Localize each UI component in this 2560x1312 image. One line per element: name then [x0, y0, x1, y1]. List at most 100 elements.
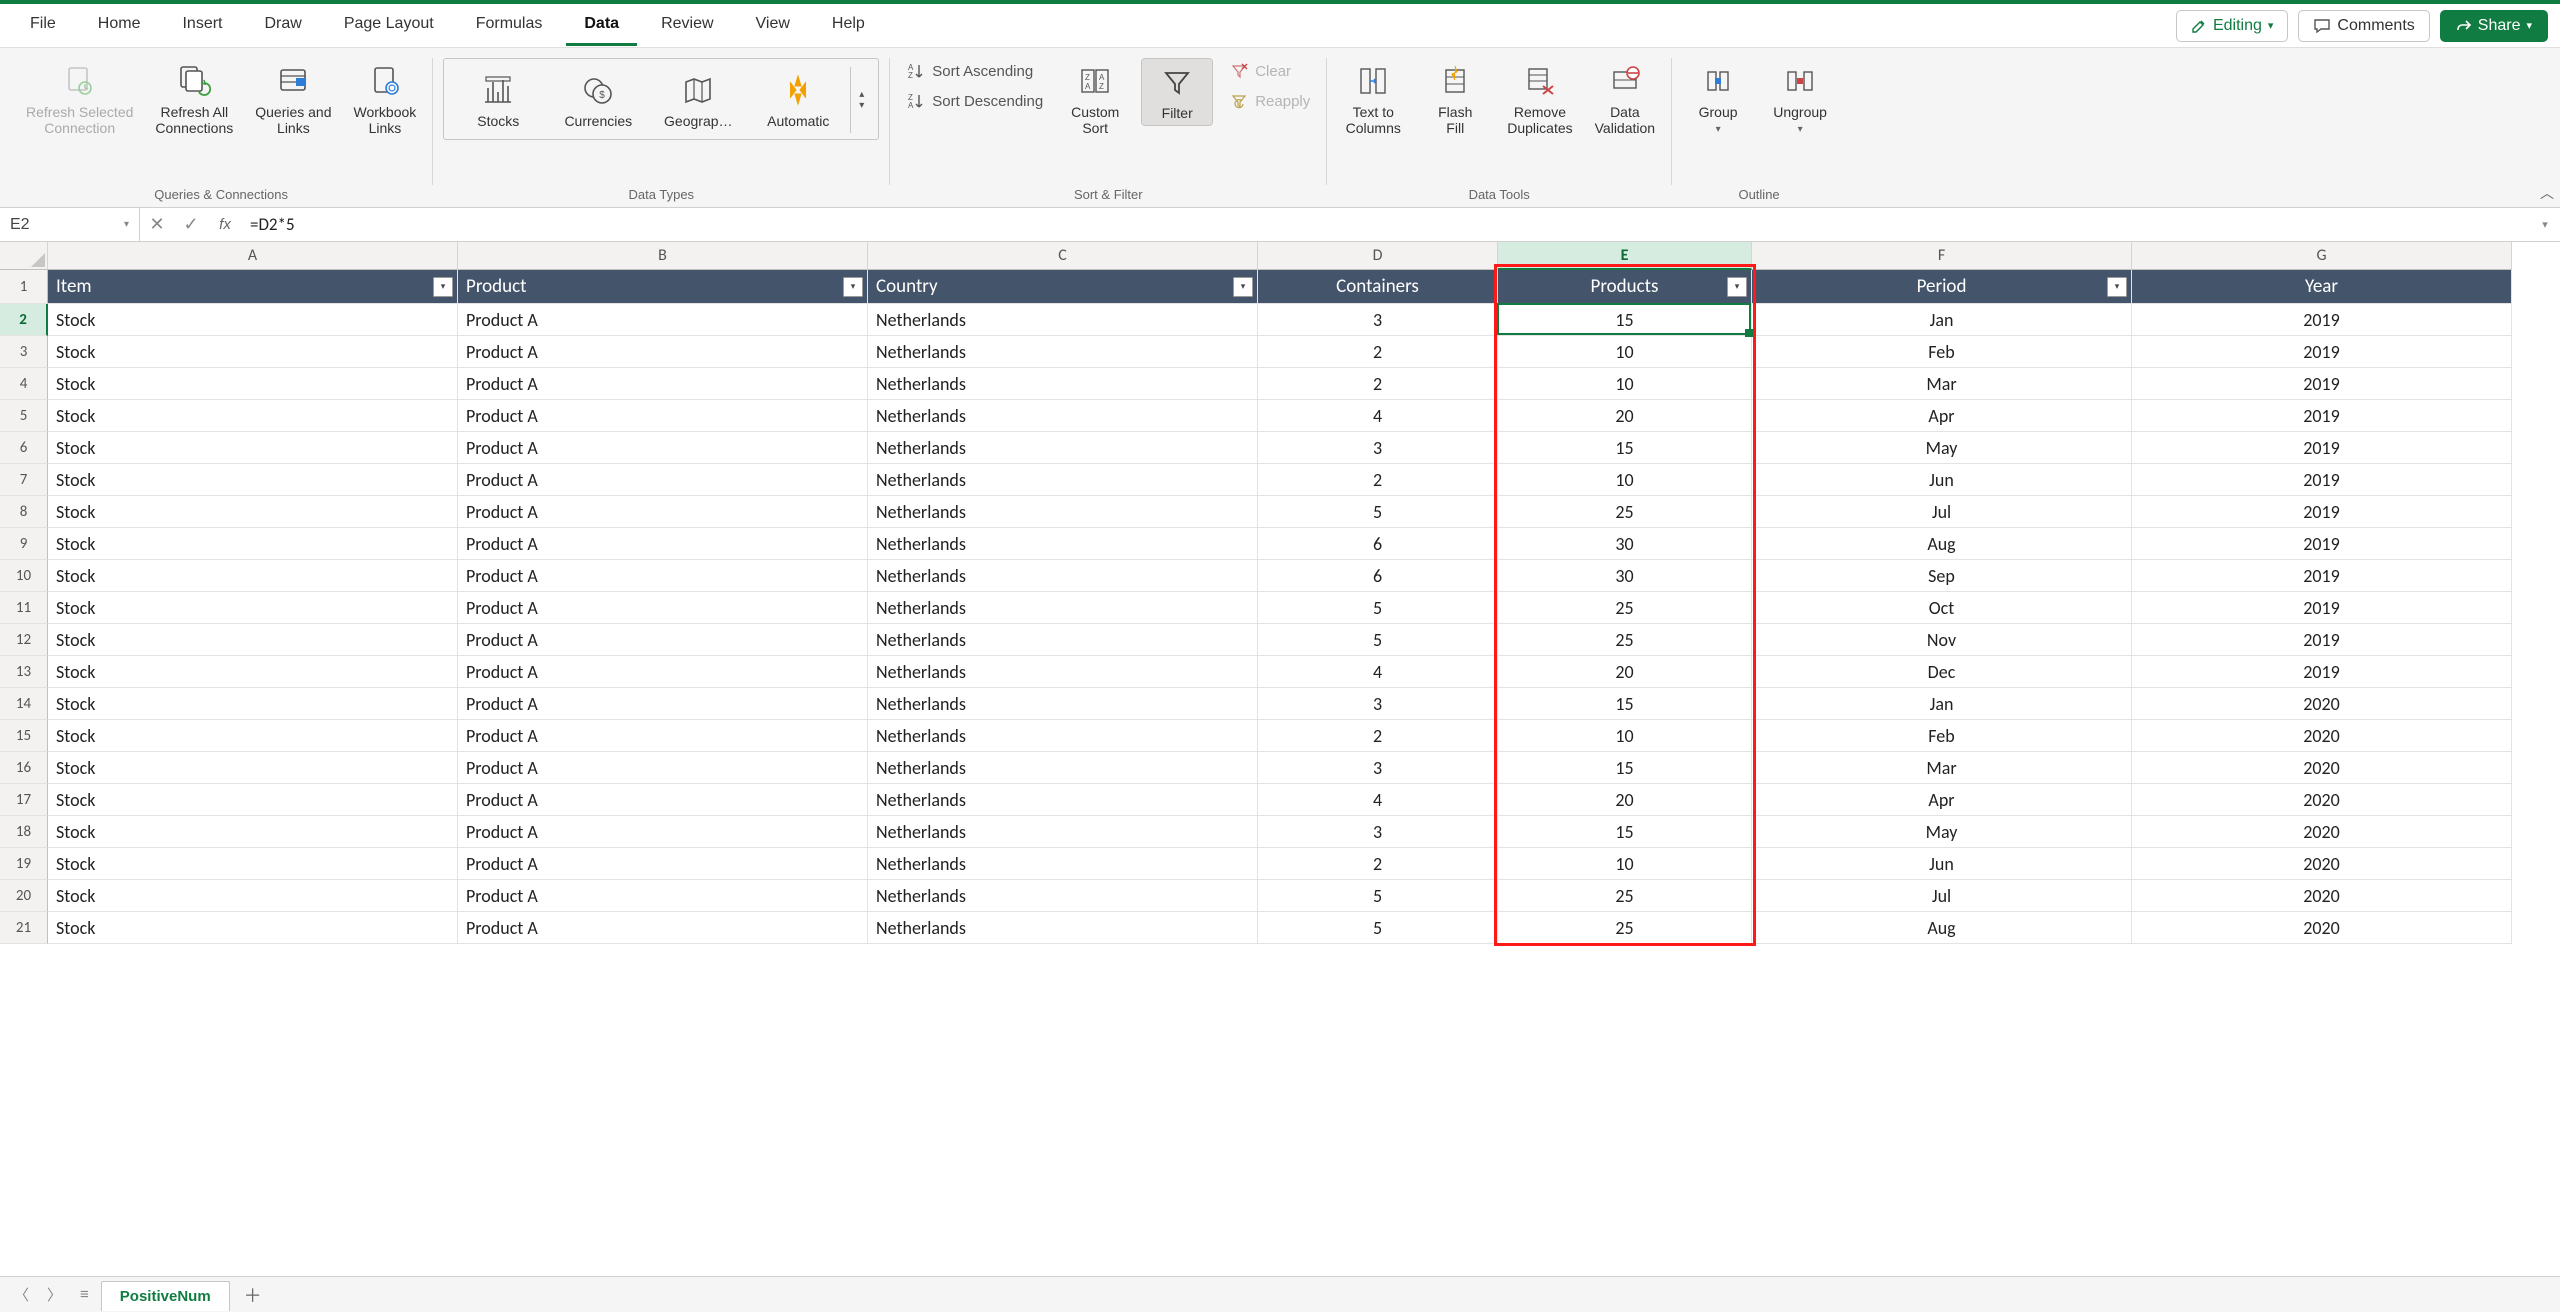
- cell-G6[interactable]: 2019: [2132, 432, 2512, 464]
- cell-F7[interactable]: Jun: [1752, 464, 2132, 496]
- row-header-14[interactable]: 14: [0, 688, 48, 720]
- tab-data[interactable]: Data: [566, 5, 637, 46]
- name-box[interactable]: E2 ▾: [0, 208, 140, 241]
- column-header-F[interactable]: F: [1752, 242, 2132, 270]
- cell-F2[interactable]: Jan: [1752, 304, 2132, 336]
- filter-dropdown-C[interactable]: ▾: [1233, 277, 1253, 297]
- cell-A13[interactable]: Stock: [48, 656, 458, 688]
- cell-D13[interactable]: 4: [1258, 656, 1498, 688]
- cell-E14[interactable]: 15: [1498, 688, 1752, 720]
- cell-A2[interactable]: Stock: [48, 304, 458, 336]
- cell-G14[interactable]: 2020: [2132, 688, 2512, 720]
- cell-B6[interactable]: Product A: [458, 432, 868, 464]
- cell-A12[interactable]: Stock: [48, 624, 458, 656]
- cell-A14[interactable]: Stock: [48, 688, 458, 720]
- cell-F5[interactable]: Apr: [1752, 400, 2132, 432]
- cell-C13[interactable]: Netherlands: [868, 656, 1258, 688]
- cell-D21[interactable]: 5: [1258, 912, 1498, 944]
- cell-B8[interactable]: Product A: [458, 496, 868, 528]
- cell-E17[interactable]: 20: [1498, 784, 1752, 816]
- cell-C21[interactable]: Netherlands: [868, 912, 1258, 944]
- tab-help[interactable]: Help: [814, 5, 883, 46]
- column-header-G[interactable]: G: [2132, 242, 2512, 270]
- cell-D5[interactable]: 4: [1258, 400, 1498, 432]
- cell-B11[interactable]: Product A: [458, 592, 868, 624]
- row-header-5[interactable]: 5: [0, 400, 48, 432]
- cell-G18[interactable]: 2020: [2132, 816, 2512, 848]
- cell-B3[interactable]: Product A: [458, 336, 868, 368]
- cell-D9[interactable]: 6: [1258, 528, 1498, 560]
- cell-C10[interactable]: Netherlands: [868, 560, 1258, 592]
- ungroup-button[interactable]: Ungroup ▾: [1764, 58, 1836, 140]
- cell-A20[interactable]: Stock: [48, 880, 458, 912]
- sort-ascending-button[interactable]: AZ Sort Ascending: [900, 58, 1049, 84]
- column-header-A[interactable]: A: [48, 242, 458, 270]
- cell-G20[interactable]: 2020: [2132, 880, 2512, 912]
- table-header-D[interactable]: Containers: [1258, 270, 1498, 304]
- cell-A11[interactable]: Stock: [48, 592, 458, 624]
- cell-A16[interactable]: Stock: [48, 752, 458, 784]
- cell-A19[interactable]: Stock: [48, 848, 458, 880]
- queries-links-button[interactable]: Queries and Links: [249, 58, 337, 140]
- cell-E6[interactable]: 15: [1498, 432, 1752, 464]
- grid-area[interactable]: ABCDEFG1Item▾Product▾Country▾ContainersP…: [0, 242, 2560, 1276]
- cell-D16[interactable]: 3: [1258, 752, 1498, 784]
- cell-D11[interactable]: 5: [1258, 592, 1498, 624]
- cell-G13[interactable]: 2019: [2132, 656, 2512, 688]
- cell-F18[interactable]: May: [1752, 816, 2132, 848]
- group-button[interactable]: Group ▾: [1682, 58, 1754, 140]
- cell-G11[interactable]: 2019: [2132, 592, 2512, 624]
- cell-A18[interactable]: Stock: [48, 816, 458, 848]
- cell-A3[interactable]: Stock: [48, 336, 458, 368]
- cell-C8[interactable]: Netherlands: [868, 496, 1258, 528]
- workbook-links-button[interactable]: Workbook Links: [348, 58, 423, 140]
- cell-G5[interactable]: 2019: [2132, 400, 2512, 432]
- cell-D20[interactable]: 5: [1258, 880, 1498, 912]
- filter-dropdown-A[interactable]: ▾: [433, 277, 453, 297]
- cell-G16[interactable]: 2020: [2132, 752, 2512, 784]
- cell-D18[interactable]: 3: [1258, 816, 1498, 848]
- cell-F17[interactable]: Apr: [1752, 784, 2132, 816]
- filter-dropdown-E[interactable]: ▾: [1727, 277, 1747, 297]
- cell-A4[interactable]: Stock: [48, 368, 458, 400]
- row-header-21[interactable]: 21: [0, 912, 48, 944]
- row-header-13[interactable]: 13: [0, 656, 48, 688]
- cell-E5[interactable]: 20: [1498, 400, 1752, 432]
- row-header-19[interactable]: 19: [0, 848, 48, 880]
- row-header-12[interactable]: 12: [0, 624, 48, 656]
- select-all-corner[interactable]: [0, 242, 48, 270]
- cell-F19[interactable]: Jun: [1752, 848, 2132, 880]
- table-header-F[interactable]: Period▾: [1752, 270, 2132, 304]
- cell-F16[interactable]: Mar: [1752, 752, 2132, 784]
- cell-C14[interactable]: Netherlands: [868, 688, 1258, 720]
- cell-G9[interactable]: 2019: [2132, 528, 2512, 560]
- cell-A21[interactable]: Stock: [48, 912, 458, 944]
- cell-B9[interactable]: Product A: [458, 528, 868, 560]
- cell-C9[interactable]: Netherlands: [868, 528, 1258, 560]
- sheet-tab[interactable]: PositiveNum: [101, 1281, 230, 1311]
- row-header-10[interactable]: 10: [0, 560, 48, 592]
- cell-D19[interactable]: 2: [1258, 848, 1498, 880]
- cell-E18[interactable]: 15: [1498, 816, 1752, 848]
- row-header-17[interactable]: 17: [0, 784, 48, 816]
- cell-G21[interactable]: 2020: [2132, 912, 2512, 944]
- cell-B16[interactable]: Product A: [458, 752, 868, 784]
- cell-C4[interactable]: Netherlands: [868, 368, 1258, 400]
- cell-C5[interactable]: Netherlands: [868, 400, 1258, 432]
- cell-C18[interactable]: Netherlands: [868, 816, 1258, 848]
- cell-B13[interactable]: Product A: [458, 656, 868, 688]
- cell-C6[interactable]: Netherlands: [868, 432, 1258, 464]
- data-validation-button[interactable]: Data Validation: [1589, 58, 1661, 140]
- table-header-G[interactable]: Year: [2132, 270, 2512, 304]
- flash-fill-button[interactable]: Flash Fill: [1419, 58, 1491, 140]
- cell-E9[interactable]: 30: [1498, 528, 1752, 560]
- filter-dropdown-F[interactable]: ▾: [2107, 277, 2127, 297]
- cell-C7[interactable]: Netherlands: [868, 464, 1258, 496]
- table-header-B[interactable]: Product▾: [458, 270, 868, 304]
- cell-B5[interactable]: Product A: [458, 400, 868, 432]
- sheet-prev-button[interactable]: 〈: [8, 1282, 35, 1307]
- tab-file[interactable]: File: [12, 5, 74, 46]
- column-header-C[interactable]: C: [868, 242, 1258, 270]
- cell-A15[interactable]: Stock: [48, 720, 458, 752]
- tab-insert[interactable]: Insert: [164, 5, 240, 46]
